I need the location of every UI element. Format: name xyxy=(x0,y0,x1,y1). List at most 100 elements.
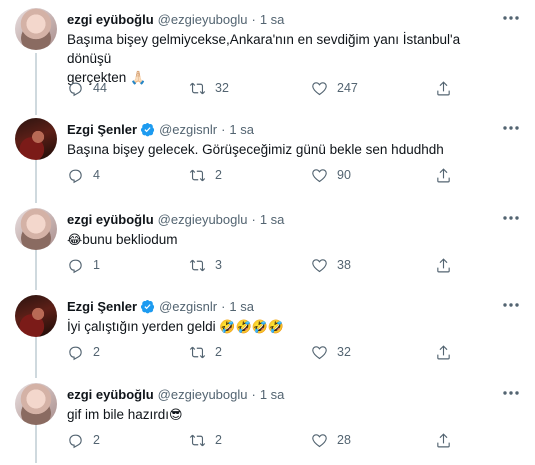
tweet-actions: 4 2 90 xyxy=(67,165,457,185)
reply-button[interactable]: 44 xyxy=(67,78,107,98)
user-handle[interactable]: @ezgieyuboglu xyxy=(158,212,248,227)
share-icon xyxy=(437,257,450,272)
display-name[interactable]: ezgi eyüboğlu xyxy=(67,12,154,27)
more-icon[interactable] xyxy=(501,209,521,227)
tweet-text-line: gif im bile hazırdı xyxy=(67,407,170,422)
tweet-header: ezgi eyüboğlu @ezgieyuboglu · 1 sa xyxy=(67,10,284,28)
retweet-icon xyxy=(189,169,206,181)
more-icon[interactable] xyxy=(501,384,521,402)
tweet-header: Ezgi Şenler @ezgisnlr · 1 sa xyxy=(67,297,254,315)
retweet-icon xyxy=(189,434,206,446)
tweet-text-line: bunu bekliodum xyxy=(82,232,178,247)
share-icon xyxy=(437,167,450,182)
like-button[interactable]: 38 xyxy=(311,255,351,275)
retweet-button[interactable]: 32 xyxy=(189,78,229,98)
retweet-icon xyxy=(189,259,206,271)
tweet-actions: 1 3 38 xyxy=(67,255,457,275)
reply-count: 1 xyxy=(93,258,100,272)
more-icon[interactable] xyxy=(501,296,521,314)
tweet[interactable]: Ezgi Şenler @ezgisnlr · 1 sa İyi çalıştı… xyxy=(0,287,535,377)
retweet-button[interactable]: 2 xyxy=(189,342,222,362)
retweet-count: 2 xyxy=(215,345,222,359)
reply-button[interactable]: 2 xyxy=(67,342,100,362)
share-icon xyxy=(437,344,450,359)
emoji: 😎 xyxy=(169,408,183,423)
share-button[interactable] xyxy=(435,165,452,185)
reply-icon xyxy=(69,259,82,273)
retweet-button[interactable]: 2 xyxy=(189,430,222,450)
retweet-count: 2 xyxy=(215,168,222,182)
tweet[interactable]: ezgi eyüboğlu @ezgieyuboglu · 1 sa Başım… xyxy=(0,0,535,96)
tweet-text-line: Başına bişey gelecek. Görüşeceğimiz günü… xyxy=(67,142,444,157)
user-handle[interactable]: @ezgisnlr xyxy=(159,122,217,137)
emoji: 🤣🤣🤣🤣 xyxy=(219,320,285,335)
timestamp[interactable]: 1 sa xyxy=(260,212,285,227)
reply-icon xyxy=(69,346,82,360)
tweet-actions: 44 32 247 xyxy=(67,78,457,98)
separator-dot: · xyxy=(251,11,256,27)
like-button[interactable]: 247 xyxy=(311,78,358,98)
display-name[interactable]: Ezgi Şenler xyxy=(67,122,137,137)
share-button[interactable] xyxy=(435,342,452,362)
avatar[interactable] xyxy=(15,295,57,337)
avatar[interactable] xyxy=(15,208,57,250)
timestamp[interactable]: 1 sa xyxy=(260,12,285,27)
tweet-actions: 2 2 28 xyxy=(67,430,457,450)
share-button[interactable] xyxy=(435,78,452,98)
verified-badge-icon xyxy=(141,299,155,313)
reply-icon xyxy=(69,434,82,448)
display-name[interactable]: Ezgi Şenler xyxy=(67,299,137,314)
avatar[interactable] xyxy=(15,383,57,425)
reply-button[interactable]: 1 xyxy=(67,255,100,275)
user-handle[interactable]: @ezgisnlr xyxy=(159,299,217,314)
reply-icon xyxy=(69,82,82,96)
emoji: 😂 xyxy=(67,233,83,248)
user-handle[interactable]: @ezgieyuboglu xyxy=(158,12,248,27)
reply-count: 4 xyxy=(93,168,100,182)
tweet[interactable]: Ezgi Şenler @ezgisnlr · 1 sa Başına bişe… xyxy=(0,110,535,200)
reply-button[interactable]: 2 xyxy=(67,430,100,450)
timestamp[interactable]: 1 sa xyxy=(229,299,254,314)
reply-count: 2 xyxy=(93,433,100,447)
display-name[interactable]: ezgi eyüboğlu xyxy=(67,212,154,227)
share-button[interactable] xyxy=(435,255,452,275)
retweet-button[interactable]: 3 xyxy=(189,255,222,275)
tweet-header: Ezgi Şenler @ezgisnlr · 1 sa xyxy=(67,120,254,138)
share-button[interactable] xyxy=(435,430,452,450)
reply-button[interactable]: 4 xyxy=(67,165,100,185)
tweet-text: İyi çalıştığın yerden geldi 🤣🤣🤣🤣 xyxy=(67,317,507,337)
tweet[interactable]: ezgi eyüboğlu @ezgieyuboglu · 1 sa 😂bunu… xyxy=(0,200,535,290)
like-count: 32 xyxy=(337,345,351,359)
tweet[interactable]: ezgi eyüboğlu @ezgieyuboglu · 1 sa gif i… xyxy=(0,375,535,465)
tweet-text-line: İyi çalıştığın yerden geldi xyxy=(67,319,216,334)
retweet-count: 2 xyxy=(215,433,222,447)
like-button[interactable]: 28 xyxy=(311,430,351,450)
share-icon xyxy=(437,80,450,95)
like-button[interactable]: 32 xyxy=(311,342,351,362)
like-icon xyxy=(312,81,327,95)
tweet-text: Başına bişey gelecek. Görüşeceğimiz günü… xyxy=(67,140,507,159)
retweet-count: 3 xyxy=(215,258,222,272)
more-icon[interactable] xyxy=(501,9,521,27)
tweet-text: 😂bunu bekliodum xyxy=(67,230,507,250)
avatar[interactable] xyxy=(15,118,57,160)
like-icon xyxy=(312,433,327,447)
timestamp[interactable]: 1 sa xyxy=(260,387,285,402)
user-handle[interactable]: @ezgieyuboglu xyxy=(158,387,248,402)
more-icon[interactable] xyxy=(501,119,521,137)
like-count: 90 xyxy=(337,168,351,182)
reply-count: 2 xyxy=(93,345,100,359)
tweet-actions: 2 2 32 xyxy=(67,342,457,362)
tweet-text-line: Başıma bişey gelmiycekse,Ankara'nın en s… xyxy=(67,32,461,66)
display-name[interactable]: ezgi eyüboğlu xyxy=(67,387,154,402)
tweet-header: ezgi eyüboğlu @ezgieyuboglu · 1 sa xyxy=(67,385,284,403)
separator-dot: · xyxy=(221,121,226,137)
like-count: 247 xyxy=(337,81,358,95)
timestamp[interactable]: 1 sa xyxy=(229,122,254,137)
avatar[interactable] xyxy=(15,8,57,50)
like-icon xyxy=(312,258,327,272)
separator-dot: · xyxy=(251,211,256,227)
like-button[interactable]: 90 xyxy=(311,165,351,185)
retweet-count: 32 xyxy=(215,81,229,95)
retweet-button[interactable]: 2 xyxy=(189,165,222,185)
